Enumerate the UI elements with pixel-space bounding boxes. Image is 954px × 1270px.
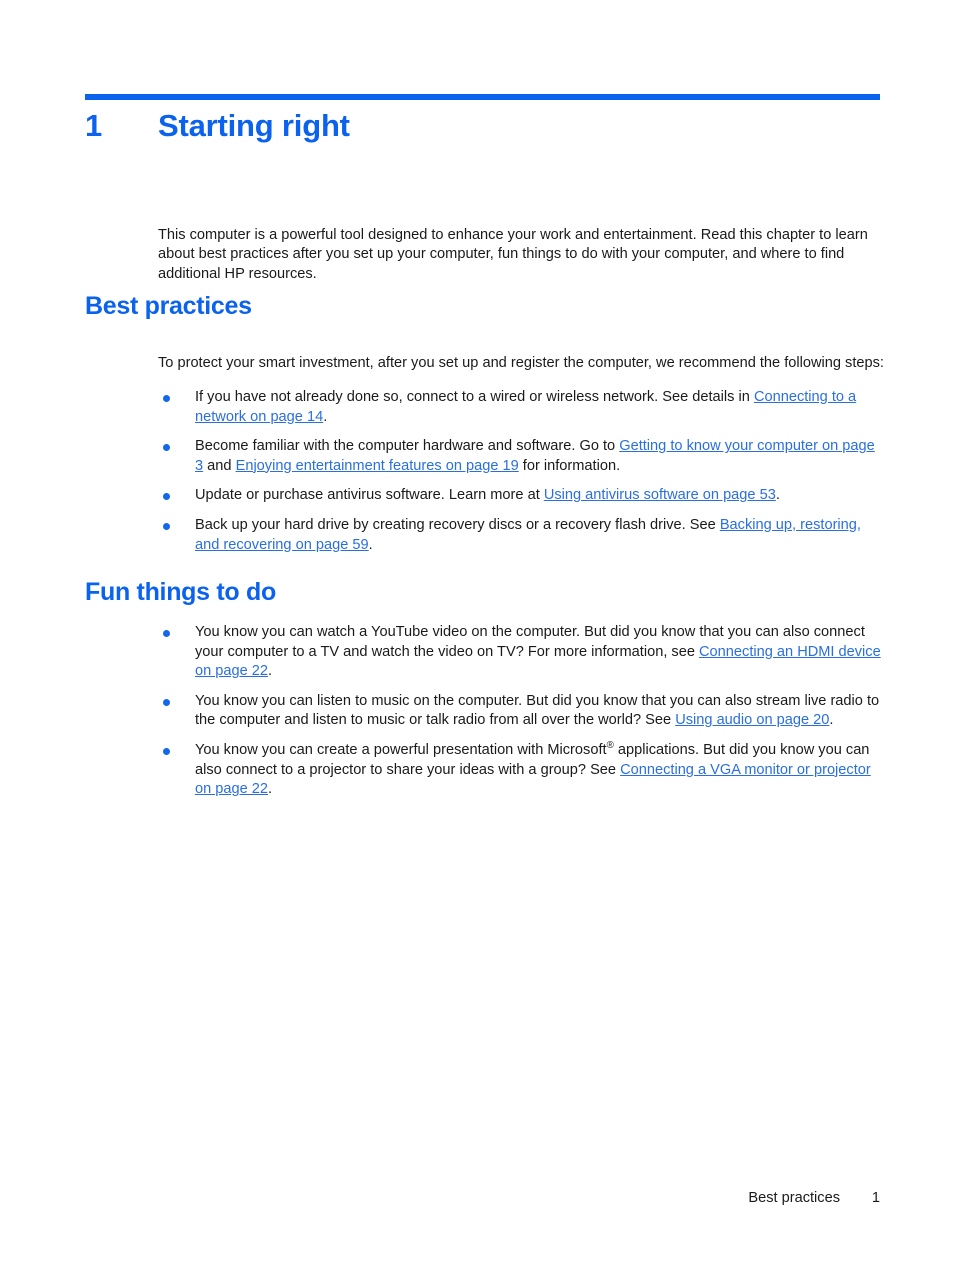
fun-things-bullet-list: You know you can watch a YouTube video o… — [158, 623, 885, 800]
bullet-dot-icon — [163, 698, 170, 706]
text-run: Update or purchase antivirus software. L… — [195, 487, 544, 504]
bullet-dot-icon — [163, 522, 170, 530]
text-run: If you have not already done so, connect… — [195, 389, 754, 405]
list-item: Become familiar with the computer hardwa… — [158, 437, 885, 476]
text-run: Become familiar with the computer hardwa… — [195, 438, 620, 455]
section-heading-text: Fun things to do — [85, 578, 276, 606]
cross-reference-link[interactable]: Using audio on page 20 — [675, 712, 829, 728]
footer-page-number: 1 — [871, 1190, 880, 1206]
document-page: 1 Starting right This computer is a power… — [0, 0, 954, 1270]
list-item: Update or purchase antivirus software. L… — [158, 486, 885, 506]
section-heading-fun-things-to-do: Fun things to do — [85, 578, 276, 607]
best-practices-bullet-list: If you have not already done so, connect… — [158, 388, 885, 555]
cross-reference-link[interactable]: Enjoying entertainment features on page … — [236, 458, 519, 474]
chapter-title-text: Starting right — [158, 108, 350, 143]
text-run: . — [775, 487, 780, 504]
text-run: You know you can create a powerful prese… — [195, 741, 607, 758]
bullet-dot-icon — [163, 630, 170, 637]
bullet-dot-icon — [163, 444, 170, 452]
bullet-dot-icon — [163, 395, 170, 402]
text-run: . — [268, 781, 273, 798]
list-item: You know you can watch a YouTube video o… — [158, 623, 885, 682]
best-practices-lead-paragraph: To protect your smart investment, after … — [158, 354, 884, 371]
list-item: You know you can listen to music on the … — [158, 692, 885, 731]
bullet-dot-icon — [163, 493, 170, 501]
text-run: . — [323, 408, 328, 425]
list-item: If you have not already done so, connect… — [158, 388, 885, 427]
text-run: for information. — [518, 457, 621, 474]
list-item: You know you can create a powerful prese… — [158, 741, 885, 800]
text-run: and — [203, 457, 236, 474]
text-run: . — [268, 663, 273, 680]
chapter-number: 1 — [85, 108, 103, 143]
text-run: . — [829, 712, 834, 729]
page-footer: Best practices 1 — [85, 1190, 880, 1206]
chapter-title: 1 Starting right — [85, 108, 885, 144]
footer-running-title: Best practices — [748, 1190, 840, 1206]
text-run: . — [368, 536, 373, 553]
section-heading-text: Best practices — [85, 292, 252, 320]
list-item: Back up your hard drive by creating reco… — [158, 516, 885, 555]
intro-paragraph: This computer is a powerful tool designe… — [158, 226, 868, 282]
chapter-rule — [85, 94, 880, 100]
registered-trademark-symbol: ® — [606, 740, 614, 752]
text-run: Back up your hard drive by creating reco… — [195, 516, 720, 533]
cross-reference-link[interactable]: Using antivirus software on page 53 — [544, 487, 776, 503]
section-heading-best-practices: Best practices — [85, 292, 252, 321]
bullet-dot-icon — [163, 747, 170, 755]
